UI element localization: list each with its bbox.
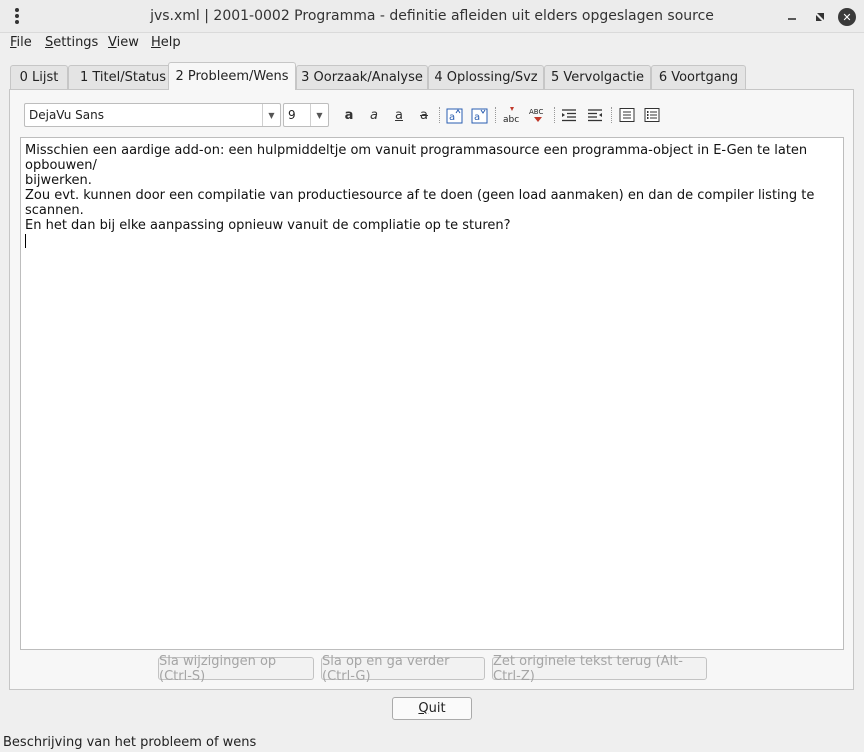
status-text: Beschrijving van het probleem of wens [3, 735, 257, 750]
font-family-select[interactable]: DejaVu Sans ▼ [24, 103, 281, 127]
editor-line: Misschien een aardige add-on: een hulpmi… [25, 143, 812, 173]
toolbar-separator [495, 107, 496, 123]
save-button[interactable]: Sla wijzigingen op (Ctrl-S) [158, 654, 314, 684]
font-size-value: 9 [288, 108, 296, 122]
toolbar-separator [439, 107, 440, 123]
close-icon[interactable]: ✕ [837, 7, 857, 27]
menu-settings[interactable]: Settings [45, 35, 98, 50]
tab-vervolgactie[interactable]: 5 Vervolgactie [544, 65, 651, 89]
italic-icon[interactable]: a [364, 105, 384, 125]
toolbar-separator [611, 107, 612, 123]
editor-line: En het dan bij elke aanpassing opnieuw v… [25, 218, 511, 233]
quit-label: Quit [418, 701, 446, 716]
title-bar: jvs.xml | 2001-0002 Programma - definiti… [0, 0, 864, 33]
tab-probleem-wens[interactable]: 2 Probleem/Wens [168, 62, 296, 90]
tab-oorzaak-analyse[interactable]: 3 Oorzaak/Analyse [296, 65, 428, 89]
minimize-icon[interactable] [782, 7, 802, 27]
format-toolbar: DejaVu Sans ▼ 9 ▼ a a a a a a abc ABC [24, 103, 844, 127]
spellcheck-upper-icon[interactable]: ABC [528, 105, 548, 125]
underline-icon[interactable]: a [389, 105, 409, 125]
subscript-icon[interactable]: a [470, 105, 490, 125]
tab-titel-status[interactable]: 1 Titel/Status [68, 65, 178, 89]
restore-icon[interactable] [810, 7, 830, 27]
text-caret [25, 234, 26, 248]
tab-voortgang[interactable]: 6 Voortgang [651, 65, 746, 89]
toolbar-separator [554, 107, 555, 123]
svg-text:a: a [474, 112, 480, 123]
quit-button[interactable]: Quit [392, 697, 472, 720]
bold-icon[interactable]: a [339, 105, 359, 125]
superscript-icon[interactable]: a [445, 105, 465, 125]
tab-oplossing-svz[interactable]: 4 Oplossing/Svz [428, 65, 544, 89]
menu-bar: File Settings View Help [0, 33, 864, 53]
font-size-select[interactable]: 9 ▼ [283, 103, 329, 127]
indent-icon[interactable] [559, 105, 579, 125]
save-and-continue-button[interactable]: Sla op en ga verder (Ctrl-G) [321, 654, 485, 684]
window-title: jvs.xml | 2001-0002 Programma - definiti… [150, 8, 714, 24]
menu-file[interactable]: File [10, 35, 32, 50]
chevron-down-icon[interactable]: ▼ [262, 104, 280, 126]
outdent-icon[interactable] [585, 105, 605, 125]
menu-view[interactable]: View [108, 35, 139, 50]
svg-text:ABC: ABC [529, 108, 543, 116]
numbered-list-icon[interactable] [642, 105, 662, 125]
revert-text-button[interactable]: Zet originele tekst terug (Alt-Ctrl-Z) [492, 654, 707, 684]
svg-text:a: a [449, 112, 455, 123]
editor-line: Zou evt. kunnen door een compilatie van … [25, 188, 819, 218]
svg-text:abc: abc [503, 115, 519, 125]
description-editor[interactable]: Misschien een aardige add-on: een hulpmi… [20, 137, 844, 650]
font-family-value: DejaVu Sans [29, 108, 104, 122]
menu-help[interactable]: Help [151, 35, 181, 50]
chevron-down-icon[interactable]: ▼ [310, 104, 328, 126]
editor-line: bijwerken. [25, 173, 92, 188]
strikethrough-icon[interactable]: a [414, 105, 434, 125]
list-icon[interactable] [617, 105, 637, 125]
spellcheck-lower-icon[interactable]: abc [502, 105, 522, 125]
tab-lijst[interactable]: 0 Lijst [10, 65, 68, 89]
